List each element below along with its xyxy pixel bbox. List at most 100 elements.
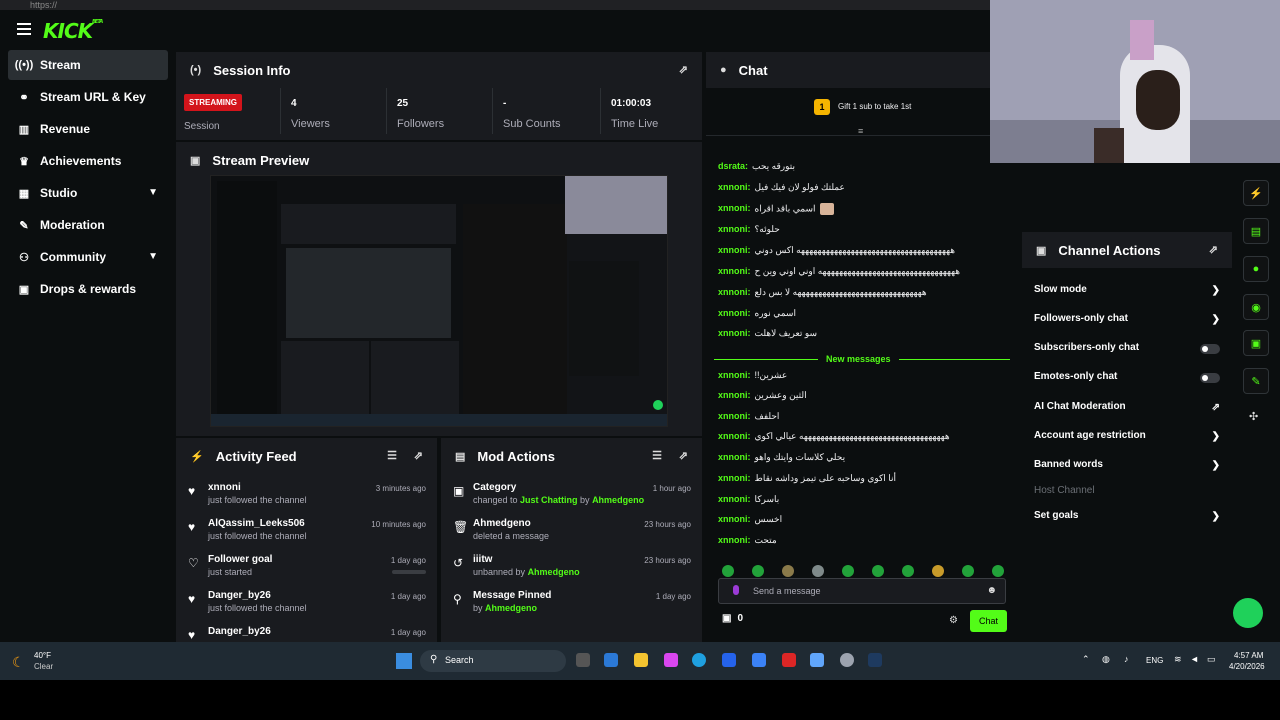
sidebar-item-achievements[interactable]: ♛ Achievements xyxy=(8,146,168,176)
chat-username[interactable]: xnnoni: xyxy=(718,473,751,483)
mic-icon[interactable] xyxy=(733,585,739,595)
sidebar-item-stream[interactable]: ((•)) Stream xyxy=(8,50,168,80)
emote-icon[interactable] xyxy=(962,565,974,577)
subscribers-only-toggle[interactable] xyxy=(1200,344,1220,354)
sidebar-item-community[interactable]: ⚇ Community ▼ xyxy=(8,242,168,272)
puzzle-icon[interactable]: ✣ xyxy=(1249,410,1258,423)
category-link[interactable]: Just Chatting xyxy=(520,495,578,505)
popout-icon[interactable]: ⇗ xyxy=(1209,243,1218,256)
wrench-icon[interactable]: ✎ xyxy=(1243,368,1269,394)
chevron-up-icon[interactable]: ⌃ xyxy=(1082,654,1090,665)
chat-username[interactable]: xnnoni: xyxy=(718,452,751,462)
mod-action-name[interactable]: iiitw xyxy=(473,554,492,565)
moderator-link[interactable]: Ahmedgeno xyxy=(485,603,537,613)
app-icon[interactable] xyxy=(604,653,618,667)
followers-only-row[interactable]: Followers-only chat ❯ xyxy=(1034,313,1220,333)
chat-username[interactable]: xnnoni: xyxy=(718,182,751,192)
emote-icon[interactable] xyxy=(992,565,1004,577)
popout-icon[interactable]: ⇗ xyxy=(679,449,688,462)
emote-icon[interactable] xyxy=(842,565,854,577)
support-icon[interactable] xyxy=(1233,598,1263,628)
file-explorer-icon[interactable] xyxy=(634,653,648,667)
filter-icon[interactable]: ☰ xyxy=(387,449,397,462)
sidebar-item-moderation[interactable]: ✎ Moderation xyxy=(8,210,168,240)
banned-words-row[interactable]: Banned words ❯ xyxy=(1034,459,1220,479)
emote-icon[interactable] xyxy=(722,565,734,577)
chat-username[interactable]: xnnoni: xyxy=(718,328,751,338)
clock-date[interactable]: 4/20/2026 xyxy=(1229,662,1265,671)
activity-name[interactable]: xnnoni xyxy=(208,482,241,493)
edge-icon[interactable] xyxy=(692,653,706,667)
activity-name[interactable]: AlQassim_Leeks506 xyxy=(208,518,305,529)
stream-preview-video[interactable] xyxy=(210,175,668,427)
chat-username[interactable]: xnnoni: xyxy=(718,411,751,421)
clipboard-icon[interactable]: ▤ xyxy=(1243,218,1269,244)
moderator-link[interactable]: Ahmedgeno xyxy=(528,567,580,577)
mod-action-name[interactable]: Ahmedgeno xyxy=(473,518,531,529)
emote-icon[interactable] xyxy=(932,565,944,577)
store-icon[interactable] xyxy=(722,653,736,667)
emote-icon[interactable] xyxy=(812,565,824,577)
gift-sub-banner[interactable]: 1 Gift 1 sub to take 1st ≡ xyxy=(706,88,1016,136)
windows-start-icon[interactable] xyxy=(396,653,412,669)
chat-username[interactable]: xnnoni: xyxy=(718,308,751,318)
mcafee-icon[interactable] xyxy=(782,653,796,667)
mic-icon[interactable]: ♪ xyxy=(1124,654,1129,664)
network-icon[interactable]: ◍ xyxy=(1102,654,1110,665)
sidebar-item-drops[interactable]: ▣ Drops & rewards xyxy=(8,274,168,304)
clock-time[interactable]: 4:57 AM xyxy=(1234,651,1263,660)
taskbar-search[interactable]: ⚲ Search xyxy=(420,650,566,672)
emote-icon[interactable] xyxy=(782,565,794,577)
sidebar-item-revenue[interactable]: ▥ Revenue xyxy=(8,114,168,144)
sidebar-item-stream-url[interactable]: ⚭ Stream URL & Key xyxy=(8,82,168,112)
emote-icon[interactable] xyxy=(752,565,764,577)
settings-gear-icon[interactable]: ⚙ xyxy=(949,615,958,626)
steam-icon[interactable] xyxy=(868,653,882,667)
battery-icon[interactable]: ▭ xyxy=(1207,654,1216,665)
chat-username[interactable]: xnnoni: xyxy=(718,203,751,213)
emote-icon[interactable] xyxy=(872,565,884,577)
chat-points[interactable]: ▣ 0 xyxy=(722,613,743,624)
filter-icon[interactable]: ☰ xyxy=(652,449,662,462)
chat-username[interactable]: xnnoni: xyxy=(718,514,751,524)
volume-icon[interactable]: ◄ xyxy=(1190,654,1199,664)
menu-icon[interactable] xyxy=(17,23,31,35)
weather-temp[interactable]: 40°F xyxy=(34,651,51,660)
chat-send-button[interactable]: Chat xyxy=(970,610,1007,632)
emote-icon[interactable] xyxy=(902,565,914,577)
broadcast-icon[interactable]: ◉ xyxy=(1243,294,1269,320)
account-age-row[interactable]: Account age restriction ❯ xyxy=(1034,430,1220,450)
activity-name[interactable]: Danger_by26 xyxy=(208,626,271,637)
task-view-icon[interactable] xyxy=(576,653,590,667)
copilot-icon[interactable] xyxy=(664,653,678,667)
set-goals-row[interactable]: Set goals ❯ xyxy=(1034,510,1220,530)
chat-username[interactable]: xnnoni: xyxy=(718,224,751,234)
slow-mode-row[interactable]: Slow mode ❯ xyxy=(1034,284,1220,304)
kick-logo[interactable]: KICKBETA xyxy=(43,19,103,43)
wifi-icon[interactable]: ≋ xyxy=(1174,654,1182,665)
channel-icon[interactable]: ▣ xyxy=(1243,330,1269,356)
chat-username[interactable]: xnnoni: xyxy=(718,494,751,504)
chat-username[interactable]: xnnoni: xyxy=(718,266,751,276)
activity-name[interactable]: Follower goal xyxy=(208,554,272,565)
language-indicator[interactable]: ENG xyxy=(1146,656,1163,665)
chat-username[interactable]: xnnoni: xyxy=(718,287,751,297)
chat-username[interactable]: xnnoni: xyxy=(718,431,751,441)
popout-icon[interactable]: ⇗ xyxy=(414,449,423,462)
moderator-link[interactable]: Ahmedgeno xyxy=(592,495,644,505)
chat-bubble-icon[interactable]: ● xyxy=(1243,256,1269,282)
chat-username[interactable]: xnnoni: xyxy=(718,390,751,400)
mail-icon[interactable] xyxy=(810,653,824,667)
chrome-icon[interactable] xyxy=(840,653,854,667)
emotes-only-toggle[interactable] xyxy=(1200,373,1220,383)
activity-name[interactable]: Danger_by26 xyxy=(208,590,271,601)
chat-username[interactable]: xnnoni: xyxy=(718,535,751,545)
emoji-icon[interactable]: ☻ xyxy=(986,585,997,596)
ai-moderation-row[interactable]: AI Chat Moderation ⇗ xyxy=(1034,401,1220,421)
chat-input[interactable]: Send a message ☻ xyxy=(718,578,1006,604)
chat-username[interactable]: xnnoni: xyxy=(718,370,751,380)
lightning-icon[interactable]: ⚡ xyxy=(1243,180,1269,206)
collapse-icon[interactable]: ≡ xyxy=(858,126,863,136)
sidebar-item-studio[interactable]: ▦ Studio ▼ xyxy=(8,178,168,208)
chat-username[interactable]: dsrata: xyxy=(718,161,748,171)
